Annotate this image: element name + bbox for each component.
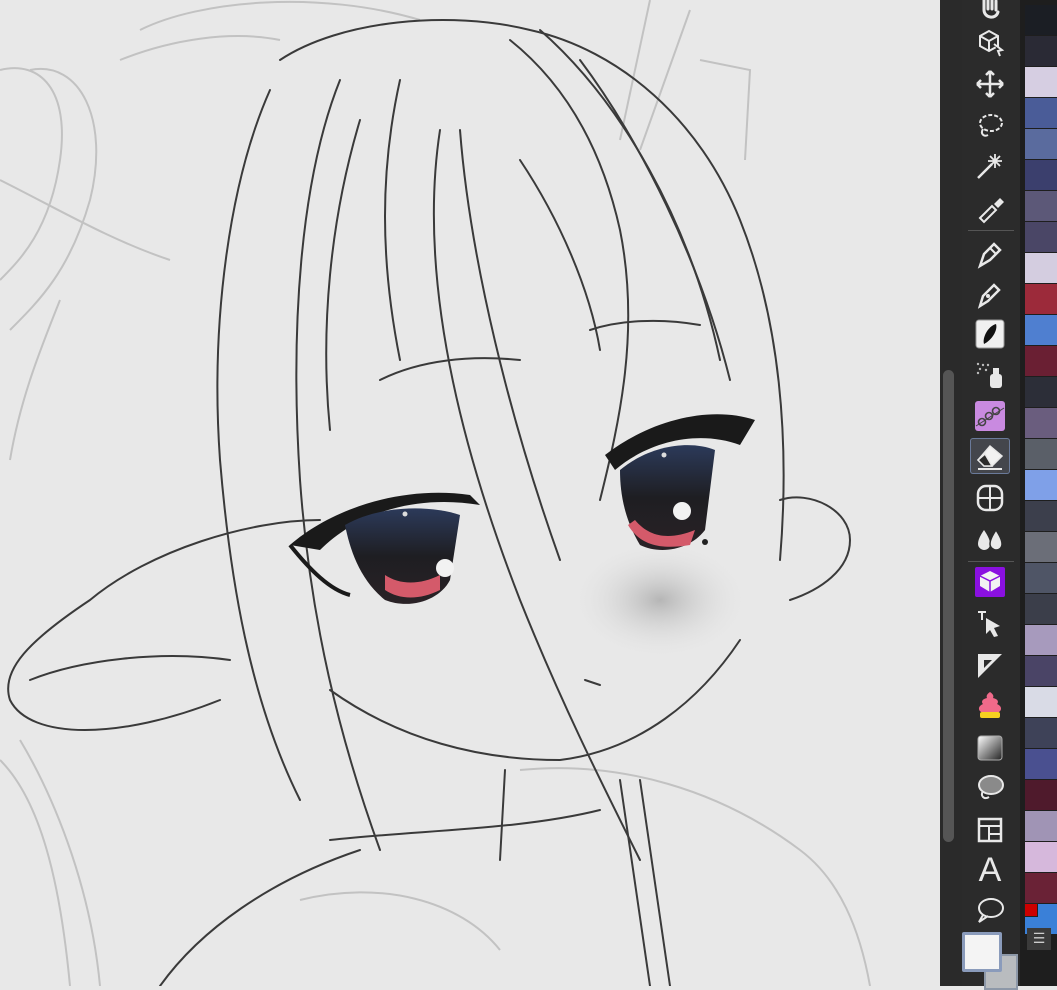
color-swatch[interactable]: [1025, 656, 1057, 686]
main-color-swatch[interactable]: [962, 932, 1002, 972]
balloon-tool[interactable]: [970, 892, 1010, 928]
airbrush-tool[interactable]: [970, 358, 1010, 394]
move-arrows-icon: [976, 70, 1004, 98]
menu-lines-icon[interactable]: ☰: [1027, 928, 1051, 950]
fill-shape-icon: [978, 775, 1004, 800]
ruler-triangle-icon: [978, 654, 1002, 678]
text-tool[interactable]: A: [970, 852, 1010, 888]
fill-tool[interactable]: [970, 520, 1010, 556]
blush-shading: [570, 540, 750, 660]
eraser-tool[interactable]: [970, 438, 1010, 474]
text-style-tool[interactable]: [970, 688, 1010, 724]
color-swatch[interactable]: [1025, 346, 1057, 376]
decoration-tool[interactable]: [970, 398, 1010, 434]
eyedropper-icon: [978, 198, 1004, 224]
color-swatch[interactable]: [1025, 780, 1057, 810]
color-swatch[interactable]: [1025, 687, 1057, 717]
frame-tool[interactable]: [970, 812, 1010, 848]
canvas-artwork: [0, 0, 871, 986]
color-swatch[interactable]: [1025, 67, 1057, 97]
lasso-tool[interactable]: [970, 108, 1010, 144]
color-swatch[interactable]: [1025, 253, 1057, 283]
color-swatch[interactable]: [1025, 36, 1057, 66]
color-swatch[interactable]: [1025, 718, 1057, 748]
color-swatch[interactable]: [1025, 408, 1057, 438]
color-swatch[interactable]: [1025, 749, 1057, 779]
color-swatch[interactable]: [1025, 873, 1057, 903]
operation-arrow-icon: [978, 611, 1000, 637]
3d-primitive-tool[interactable]: [970, 564, 1010, 600]
ruler-tool[interactable]: [970, 648, 1010, 684]
layered-swirl-icon: [978, 692, 1002, 718]
color-swatch[interactable]: [1025, 439, 1057, 469]
magic-wand-icon: [977, 154, 1002, 179]
color-swatch[interactable]: [1025, 594, 1057, 624]
cube-cursor-icon: [979, 29, 1005, 57]
color-swatch[interactable]: [1025, 5, 1057, 35]
airbrush-icon: [976, 362, 1002, 388]
magic-wand-tool[interactable]: [970, 148, 1010, 184]
color-swatch[interactable]: [1025, 98, 1057, 128]
drawing-canvas[interactable]: [0, 0, 940, 986]
text-a-icon: A: [978, 851, 1002, 889]
frame-icon: [977, 817, 1003, 843]
canvas-scrollbar[interactable]: [940, 0, 962, 986]
blend-tool[interactable]: [970, 480, 1010, 516]
right-eye: [605, 414, 755, 550]
color-swatch[interactable]: [1025, 842, 1057, 872]
color-swatch[interactable]: [1025, 625, 1057, 655]
fill-drops-icon: [978, 528, 1003, 551]
speech-balloon-icon: [978, 898, 1004, 923]
brush-icon: [975, 319, 1005, 349]
toolbar-separator: [968, 230, 1014, 231]
color-swatch[interactable]: [1025, 811, 1057, 841]
pencil-tool[interactable]: [970, 276, 1010, 312]
hand-tool[interactable]: [970, 0, 1010, 26]
color-swatch[interactable]: [1025, 377, 1057, 407]
move-tool[interactable]: [970, 66, 1010, 102]
color-swatch[interactable]: [1025, 315, 1057, 345]
fill-shape-tool[interactable]: [970, 770, 1010, 806]
blend-icon: [976, 484, 1004, 512]
color-swatch[interactable]: [1025, 191, 1057, 221]
gradient-icon: [977, 735, 1003, 761]
line-art: [7, 19, 852, 986]
palette-selected-indicator: [1024, 903, 1038, 917]
decoration-icon: [975, 401, 1005, 431]
color-swatch[interactable]: [1025, 160, 1057, 190]
hand-icon: [982, 0, 1000, 19]
color-swatch[interactable]: [1025, 470, 1057, 500]
toolbar-separator: [968, 561, 1014, 562]
eyedropper-tool[interactable]: [970, 190, 1010, 226]
brush-tool[interactable]: [970, 316, 1010, 352]
gradient-tool[interactable]: [970, 730, 1010, 766]
color-swatch[interactable]: [1025, 501, 1057, 531]
color-swatch[interactable]: [1025, 129, 1057, 159]
hex-prism-icon: [975, 567, 1005, 597]
color-set-palette: [1020, 0, 1057, 986]
3d-object-tool[interactable]: [970, 24, 1010, 60]
left-eye: [288, 492, 480, 604]
color-swatch[interactable]: [1025, 222, 1057, 252]
scrollbar-thumb[interactable]: [943, 370, 954, 842]
color-swatch[interactable]: [1025, 532, 1057, 562]
color-swatch[interactable]: [1025, 284, 1057, 314]
operation-tool[interactable]: [970, 606, 1010, 642]
lasso-icon: [979, 114, 1003, 137]
pen-nib-icon: [977, 242, 1002, 269]
pen-tool[interactable]: [970, 236, 1010, 272]
pencil-icon: [977, 283, 1001, 309]
eraser-icon: [976, 444, 1004, 470]
color-swatch[interactable]: [1025, 563, 1057, 593]
tool-palette: A: [962, 0, 1020, 986]
main-sub-color-selector[interactable]: [960, 930, 1026, 990]
